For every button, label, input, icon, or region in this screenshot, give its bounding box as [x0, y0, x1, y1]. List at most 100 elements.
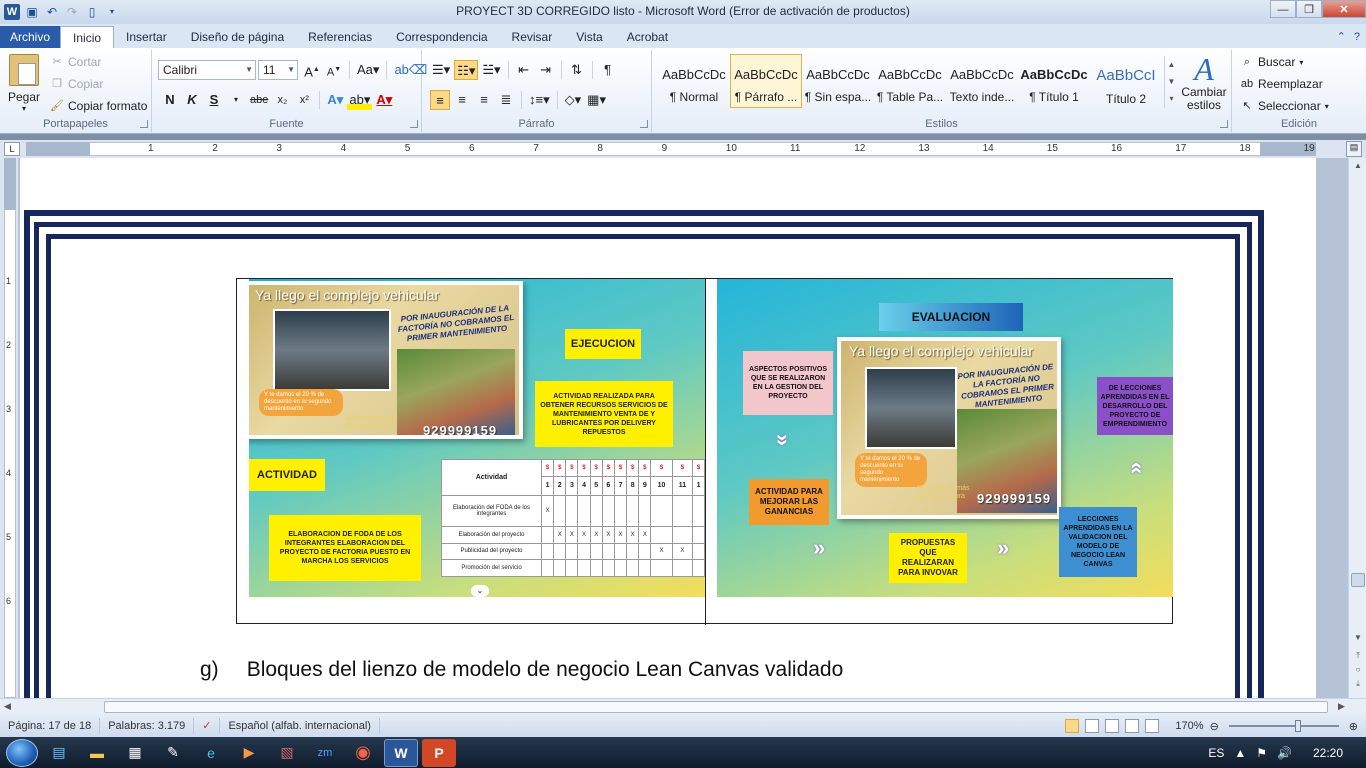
minimize-button[interactable]: — [1270, 0, 1296, 18]
style-titulo-2[interactable]: AaBbCcI Título 2 [1090, 54, 1162, 108]
increase-indent-icon[interactable]: ⇥ [536, 60, 556, 80]
find-button[interactable]: ⌕ Buscar ▾ [1240, 55, 1303, 69]
style-normal[interactable]: AaBbCcDc ¶ Normal [658, 54, 730, 108]
customize-qat-icon[interactable]: ▾ [104, 4, 120, 20]
language-tray[interactable]: ES [1208, 746, 1224, 760]
replace-button[interactable]: ab Reemplazar [1240, 77, 1323, 91]
cut-button[interactable]: ✂ Cortar [50, 55, 101, 69]
next-page-icon[interactable]: ⤓ [1352, 678, 1364, 690]
edge-icon[interactable]: e [194, 739, 228, 767]
paste-button[interactable]: Pegar ▾ [6, 54, 42, 113]
word-app-icon[interactable]: W [4, 4, 20, 20]
clipboard-launcher-icon[interactable] [140, 120, 148, 128]
font-launcher-icon[interactable] [410, 120, 418, 128]
redo-icon[interactable]: ↷ [64, 4, 80, 20]
full-screen-reading-icon[interactable] [1085, 719, 1100, 733]
tab-selector-icon[interactable]: L [4, 142, 20, 156]
decrease-indent-icon[interactable]: ⇤ [514, 60, 534, 80]
styles-launcher-icon[interactable] [1220, 120, 1228, 128]
vertical-ruler[interactable]: 1 2 3 4 5 6 [0, 158, 18, 698]
proofing-icon[interactable]: ✓ [194, 718, 221, 734]
underline-dropdown-icon[interactable]: ▾ [226, 90, 246, 110]
justify-icon[interactable]: ≣ [496, 90, 516, 110]
tray-expand-icon[interactable]: ▲ [1234, 746, 1246, 760]
sort-icon[interactable]: ⇅ [567, 60, 587, 80]
vertical-scrollbar[interactable]: ▲ ▼ ⤒ ○ ⤓ [1348, 158, 1366, 698]
folder-icon[interactable]: ▬ [80, 739, 114, 767]
scroll-up-icon[interactable]: ▲ [1352, 160, 1364, 172]
document-area[interactable]: Ya llego el complejo vehicular POR INAUG… [18, 158, 1348, 698]
more-styles-icon[interactable]: ▾ [1165, 90, 1178, 107]
bold-icon[interactable]: N [160, 90, 180, 110]
tab-revisar[interactable]: Revisar [500, 26, 565, 48]
tab-archivo[interactable]: Archivo [0, 26, 61, 48]
explorer-pinned-icon[interactable]: ▤ [42, 739, 76, 767]
start-button[interactable] [6, 738, 38, 767]
numbering-icon[interactable]: ☷▾ [454, 60, 479, 80]
shrink-font-icon[interactable]: A▼ [324, 60, 344, 80]
minimize-ribbon-icon[interactable]: ⌃ [1337, 26, 1346, 48]
document-page[interactable]: Ya llego el complejo vehicular POR INAUG… [20, 158, 1316, 698]
highlight-icon[interactable]: ab▾ [347, 90, 373, 110]
volume-icon[interactable]: 🔊 [1277, 746, 1292, 760]
undo-icon[interactable]: ↶ [44, 4, 60, 20]
language-indicator[interactable]: Español (alfab. internacional) [220, 718, 380, 734]
change-styles-button[interactable]: A Cambiar estilos [1180, 52, 1228, 112]
bullets-icon[interactable]: ☰▾ [430, 60, 452, 80]
shading-icon[interactable]: ◇▾ [563, 90, 584, 110]
previous-page-icon[interactable]: ⤒ [1352, 650, 1364, 662]
strikethrough-icon[interactable]: abe [248, 90, 270, 110]
style-titulo-1[interactable]: AaBbCcDc ¶ Título 1 [1018, 54, 1090, 108]
section-heading[interactable]: g) Bloques del lienzo de modelo de negoc… [200, 658, 843, 682]
image-viewer-icon[interactable]: ▧ [270, 739, 304, 767]
tab-insertar[interactable]: Insertar [114, 26, 179, 48]
word-taskbar-icon[interactable]: W [384, 738, 418, 767]
zoom-app-icon[interactable]: zm [308, 739, 342, 767]
maximize-button[interactable]: ❐ [1296, 0, 1322, 18]
media-player-icon[interactable]: ▶ [232, 739, 266, 767]
powerpoint-taskbar-icon[interactable]: P [422, 738, 456, 767]
font-color-icon[interactable]: A▾ [374, 90, 394, 110]
select-button[interactable]: ↖ Seleccionar ▾ [1240, 99, 1328, 113]
chrome-icon[interactable]: ◉ [346, 739, 380, 767]
horizontal-ruler[interactable]: L 1 2 3 4 5 6 7 8 9 10 11 12 13 14 15 16 17 18 19 ▤ [0, 140, 1366, 158]
style-sin-espaciado[interactable]: AaBbCcDc ¶ Sin espa... [802, 54, 874, 108]
chevron-down-icon[interactable]: ▼ [1165, 73, 1178, 90]
line-spacing-icon[interactable]: ↕≡▾ [527, 90, 552, 110]
zoom-slider-knob[interactable] [1294, 720, 1301, 732]
calculator-icon[interactable]: ▦ [118, 739, 152, 767]
tab-diseno-pagina[interactable]: Diseño de página [179, 26, 296, 48]
change-case-icon[interactable]: Aa▾ [355, 60, 381, 80]
tab-acrobat[interactable]: Acrobat [615, 26, 680, 48]
action-center-icon[interactable]: ⚑ [1256, 746, 1267, 760]
tab-vista[interactable]: Vista [564, 26, 614, 48]
page-count[interactable]: Página: 17 de 18 [0, 718, 101, 734]
tab-inicio[interactable]: Inicio [60, 26, 115, 48]
paragraph-launcher-icon[interactable] [640, 120, 648, 128]
scroll-right-icon[interactable]: ▶ [1338, 701, 1345, 712]
view-ruler-icon[interactable]: ▤ [1346, 141, 1362, 157]
scroll-down-icon[interactable]: ▼ [1352, 632, 1364, 644]
italic-icon[interactable]: K [182, 90, 202, 110]
scroll-thumb[interactable] [1351, 573, 1365, 587]
align-left-icon[interactable]: ≡ [430, 90, 450, 110]
print-layout-icon[interactable] [1065, 719, 1080, 733]
image-table[interactable]: Ya llego el complejo vehicular POR INAUG… [236, 278, 1173, 625]
align-center-icon[interactable]: ≡ [452, 90, 472, 110]
copy-button[interactable]: ❐ Copiar [50, 77, 103, 91]
paint-icon[interactable]: ✎ [156, 739, 190, 767]
browse-object-icon[interactable]: ○ [1352, 664, 1364, 676]
zoom-level[interactable]: 170% [1175, 720, 1203, 732]
style-parrafo[interactable]: AaBbCcDc ¶ Párrafo ... [730, 54, 802, 108]
style-texto-independiente[interactable]: AaBbCcDc Texto inde... [946, 54, 1018, 108]
tab-referencias[interactable]: Referencias [296, 26, 384, 48]
outline-view-icon[interactable] [1125, 719, 1140, 733]
hscroll-thumb[interactable] [104, 701, 1328, 713]
tab-correspondencia[interactable]: Correspondencia [384, 26, 499, 48]
save-icon[interactable]: ▣ [24, 4, 40, 20]
clock[interactable]: 22:20 [1302, 746, 1354, 760]
font-name-combo[interactable]: Calibri ▼ [158, 60, 256, 80]
underline-icon[interactable]: S [204, 90, 224, 110]
subscript-icon[interactable]: x₂ [272, 90, 292, 110]
text-effects-icon[interactable]: A▾ [325, 90, 345, 110]
